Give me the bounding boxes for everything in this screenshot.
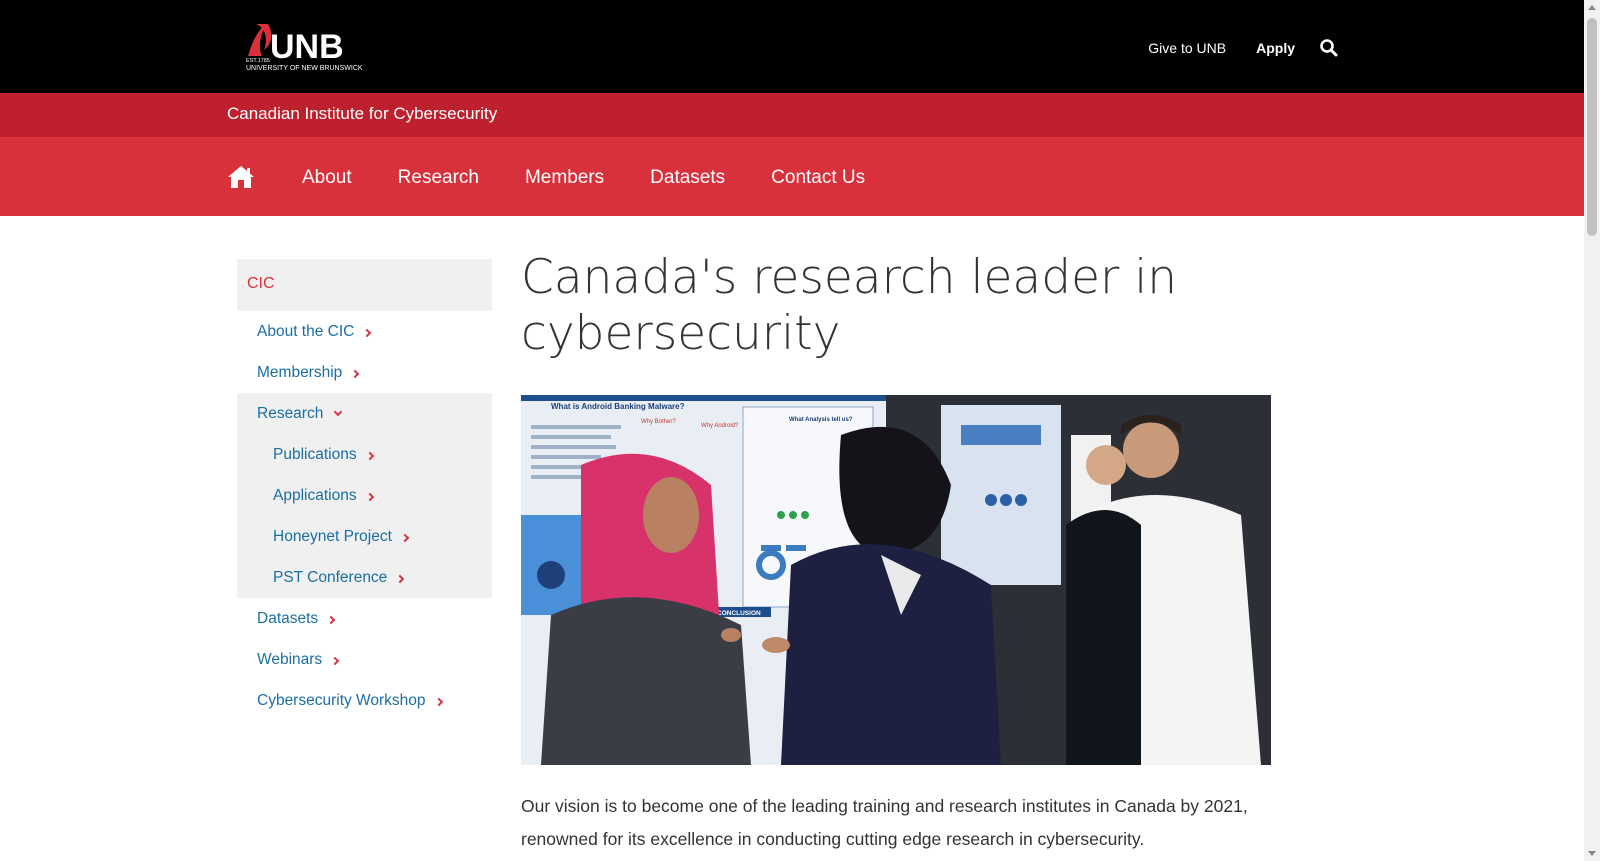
chevron-right-icon xyxy=(351,369,360,378)
sidebar-item-label: PST Conference xyxy=(273,568,388,586)
home-icon[interactable] xyxy=(227,165,255,189)
sidebar-item-cybersecurity-workshop[interactable]: Cybersecurity Workshop xyxy=(237,680,492,721)
scroll-up-icon[interactable] xyxy=(1588,5,1596,10)
scrollbar-thumb[interactable] xyxy=(1587,18,1597,236)
nav-item-research[interactable]: Research xyxy=(398,167,479,189)
sidebar-item-label: About the CIC xyxy=(257,322,355,340)
unb-logo-mark: UNB EST.1785 UNIVERSITY OF NEW BRUNSWICK xyxy=(246,24,363,72)
institute-name-link[interactable]: Canadian Institute for Cybersecurity xyxy=(227,104,497,124)
chevron-right-icon xyxy=(434,697,443,706)
apply-link[interactable]: Apply xyxy=(1256,40,1295,56)
sidebar-item-publications[interactable]: Publications xyxy=(237,434,492,475)
chevron-down-icon xyxy=(334,407,343,417)
sidebar-item-about-the-cic[interactable]: About the CIC xyxy=(237,311,492,352)
main-nav: About Research Members Datasets Contact … xyxy=(0,137,1584,216)
chevron-right-icon xyxy=(365,451,374,460)
page-scrollbar[interactable] xyxy=(1584,0,1600,861)
poster-conclusion: CONCLUSION xyxy=(717,610,761,617)
sidebar-item-label: Honeynet Project xyxy=(273,527,392,545)
sidebar-item-membership[interactable]: Membership xyxy=(237,352,492,393)
nav-item-datasets[interactable]: Datasets xyxy=(650,167,725,189)
poster-title: What is Android Banking Malware? xyxy=(551,402,685,411)
nav-item-about[interactable]: About xyxy=(302,167,352,189)
vision-statement: Our vision is to become one of the leadi… xyxy=(521,796,1248,849)
logo-wordmark: UNB xyxy=(270,28,344,66)
hero-image: What is Android Banking Malware? Why Bot… xyxy=(521,395,1271,765)
sidebar-group-research: Research Publications Applications Honey… xyxy=(237,393,492,598)
logo-subtitle: UNIVERSITY OF NEW BRUNSWICK xyxy=(246,65,363,72)
sidebar-heading[interactable]: CIC xyxy=(237,259,492,311)
sidebar-item-label: Membership xyxy=(257,363,343,381)
sidebar-item-label: Cybersecurity Workshop xyxy=(257,691,426,709)
sidebar-item-research[interactable]: Research xyxy=(237,393,492,434)
hero-photo-illustration: What is Android Banking Malware? Why Bot… xyxy=(521,395,1271,765)
chevron-right-icon xyxy=(330,656,340,665)
poster-heading-why-bother: Why Bother? xyxy=(641,419,676,425)
chevron-right-icon xyxy=(400,533,410,542)
chevron-right-icon xyxy=(363,328,372,337)
sidebar-item-label: Applications xyxy=(273,486,357,504)
chevron-right-icon xyxy=(326,615,336,624)
top-bar: UNB EST.1785 UNIVERSITY OF NEW BRUNSWICK… xyxy=(0,0,1584,93)
logo-est: EST.1785 xyxy=(246,58,270,64)
utility-links: Give to UNB Apply xyxy=(1118,38,1339,58)
page-title: Canada's research leader in cybersecurit… xyxy=(521,250,1178,361)
sidebar-item-applications[interactable]: Applications xyxy=(237,475,492,516)
chevron-right-icon xyxy=(365,492,374,501)
chevron-right-icon xyxy=(396,574,405,583)
sidebar-item-label: Research xyxy=(257,404,324,422)
sidebar-item-datasets[interactable]: Datasets xyxy=(237,598,492,639)
scroll-down-icon[interactable] xyxy=(1588,851,1596,856)
main-content: Canada's research leader in cybersecurit… xyxy=(521,250,1281,362)
unb-logo[interactable]: UNB EST.1785 UNIVERSITY OF NEW BRUNSWICK xyxy=(242,20,367,74)
sidebar: CIC About the CIC Membership Research Pu… xyxy=(237,259,492,721)
nav-item-contact-us[interactable]: Contact Us xyxy=(771,167,865,189)
sidebar-item-label: Webinars xyxy=(257,650,323,668)
sidebar-item-label: Datasets xyxy=(257,609,319,627)
sidebar-item-label: Publications xyxy=(273,445,357,463)
poster-heading-why-android: Why Android? xyxy=(701,423,739,429)
sidebar-item-honeynet-project[interactable]: Honeynet Project xyxy=(237,516,492,557)
give-to-unb-link[interactable]: Give to UNB xyxy=(1148,40,1226,56)
search-icon[interactable] xyxy=(1319,38,1339,58)
sidebar-item-webinars[interactable]: Webinars xyxy=(237,639,492,680)
poster-heading-analysis: What Analysis tell us? xyxy=(789,417,853,423)
institute-bar: Canadian Institute for Cybersecurity xyxy=(0,93,1584,137)
main-nav-list: About Research Members Datasets Contact … xyxy=(302,167,911,189)
nav-item-members[interactable]: Members xyxy=(525,167,604,189)
sidebar-item-pst-conference[interactable]: PST Conference xyxy=(237,557,492,598)
